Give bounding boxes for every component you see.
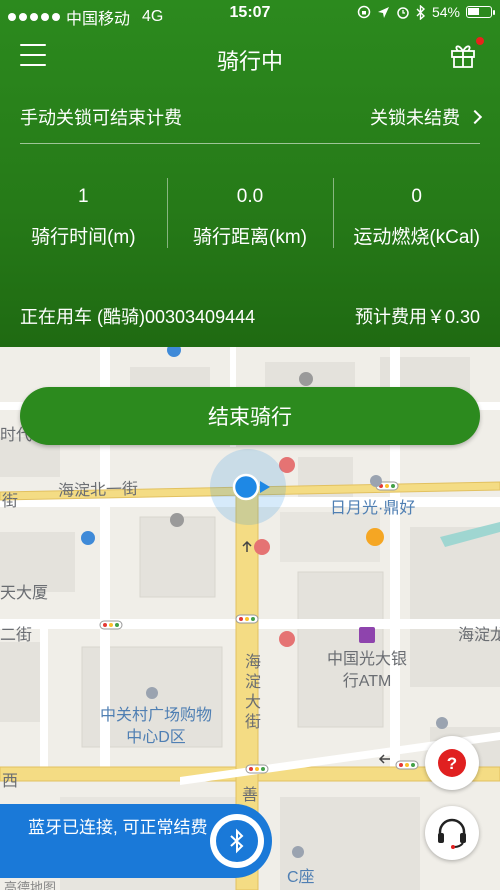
bike-id-text: 正在用车 (酷骑)00303409444 [20,307,256,327]
page-title: 骑行中 [216,49,283,74]
estimated-fee: 预计费用￥0.30 [354,307,480,327]
customer-service-button[interactable] [425,806,479,860]
ride-stats: 1 骑行时间(m) 0.0 骑行距离(km) 0 运动燃烧(kCal) [0,178,500,250]
map-label-haidian-long: 海淀龙 [458,627,500,644]
battery-percent: 54% [431,4,460,20]
status-bar: 中国移动 4G 15:07 54% [0,0,500,28]
stat-calories: 0 运动燃烧(kCal) [333,178,500,250]
stat-label: 骑行距离(km) [193,227,307,248]
stat-value: 0 [411,186,422,207]
battery-icon [466,6,495,18]
lock-info-row[interactable]: 手动关锁可结束计费 关锁未结费 [20,100,483,130]
map-label-haidian-north-1st: 海淀北一街 [57,480,139,501]
bluetooth-icon [230,828,244,854]
bluetooth-status-icon [416,4,425,20]
map-label-er-jie: 二街 [0,627,33,644]
alarm-icon [397,7,409,19]
map-label-everbright-atm: 中国光大银行ATM [326,651,407,690]
stat-ride-distance: 0.0 骑行距离(km) [166,178,334,250]
map-label-xi: 西 [2,773,19,790]
map-label-jie: 街 [2,493,19,510]
ride-header: 中国移动 4G 15:07 54% 骑行中 手动关锁可结束计费 关锁未结费 1 … [0,0,500,347]
stat-label: 运动燃烧(kCal) [353,227,481,248]
map-label-shan: 善 [242,787,259,804]
divider [20,143,480,144]
map-credit: 高德地图 [4,880,57,890]
map-label-c-zuo: C座 [287,869,315,886]
headset-icon [438,818,466,849]
lock-status-label: 关锁未结费 [370,108,460,128]
location-arrow-icon [377,6,389,18]
map-label-haidian-ave: 海淀大街 [245,654,262,731]
bluetooth-icon-ring [216,820,258,862]
map-label-tian-dasha: 天大厦 [0,585,49,602]
chevron-right-icon [467,109,483,125]
map-label-riyueguang: 日月光·鼎好 [330,500,416,517]
svg-text:?: ? [447,754,457,773]
status-right: 54% [357,4,495,20]
gift-icon[interactable] [448,40,478,70]
bluetooth-status-text: 蓝牙已连接, 可正常结费 [28,818,208,837]
question-icon: ? [438,749,466,777]
map-label-zhongguancun: 中关村广场购物中心D区 [99,707,212,746]
lock-status[interactable]: 关锁未结费 [370,104,483,130]
nav-bar: 骑行中 [0,32,500,80]
notification-dot [476,37,484,45]
bluetooth-button[interactable] [210,814,264,868]
stat-ride-time: 1 骑行时间(m) [0,178,167,250]
stat-value: 1 [78,186,89,207]
bluetooth-banner: 蓝牙已连接, 可正常结费 [0,804,272,878]
end-ride-button[interactable]: 结束骑行 [20,387,480,445]
current-location-marker [210,449,286,525]
help-button[interactable]: ? [425,736,479,790]
battery-level [468,8,479,15]
lock-hint: 手动关锁可结束计费 [20,108,182,128]
stat-value: 0.0 [236,186,264,207]
stat-label: 骑行时间(m) [31,227,136,248]
rotation-lock-icon [357,5,371,19]
